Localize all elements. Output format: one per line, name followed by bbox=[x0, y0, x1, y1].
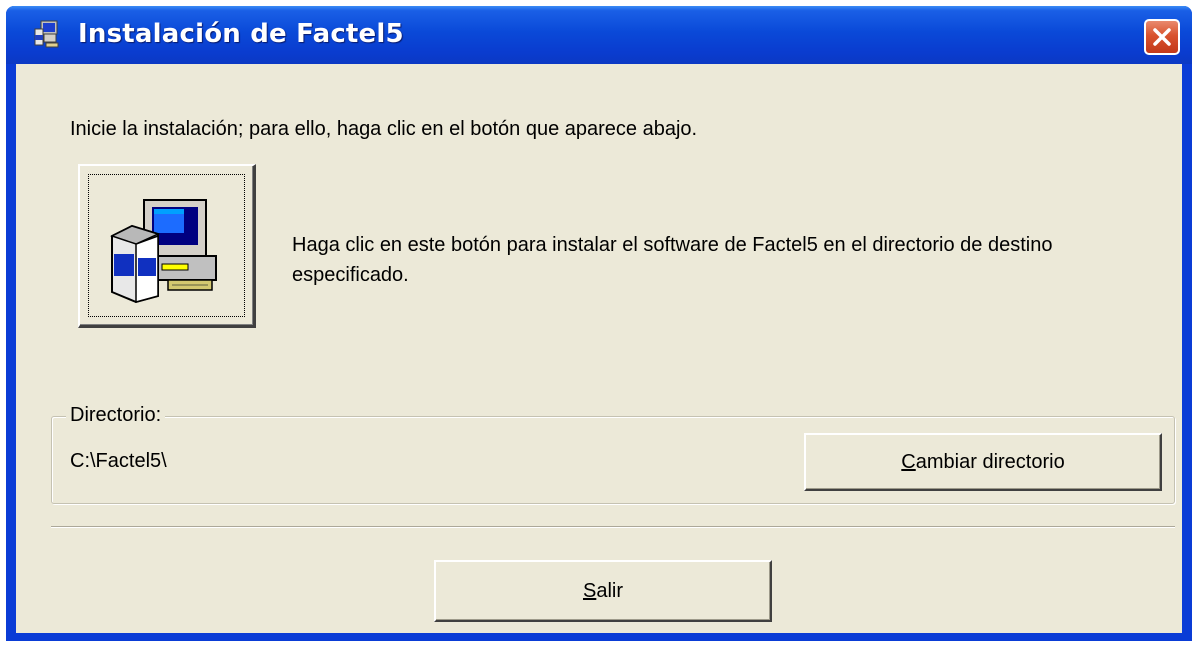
setup-button[interactable] bbox=[78, 164, 256, 328]
change-directory-label: ambiar directorio bbox=[915, 450, 1065, 473]
close-button[interactable] bbox=[1144, 19, 1180, 55]
installer-window: Instalación de Factel5 Inicie la instala… bbox=[6, 6, 1192, 641]
exit-button[interactable]: Salir bbox=[434, 560, 772, 622]
separator-line bbox=[51, 526, 1175, 528]
change-directory-mnemonic: C bbox=[901, 450, 916, 473]
change-directory-button[interactable]: Cambiar directorio bbox=[804, 433, 1162, 491]
exit-label: alir bbox=[596, 579, 623, 602]
setup-computer-icon bbox=[110, 199, 217, 304]
close-x-icon bbox=[1153, 28, 1171, 46]
setup-computer-icon bbox=[34, 20, 59, 48]
dialog-client-area: Inicie la instalación; para ello, haga c… bbox=[16, 64, 1182, 633]
setup-description: Haga clic en este botón para instalar el… bbox=[292, 234, 1053, 286]
instruction-text: Inicie la instalación; para ello, haga c… bbox=[70, 118, 698, 140]
window-title: Instalación de Factel5 bbox=[78, 19, 404, 49]
exit-mnemonic: S bbox=[582, 579, 597, 602]
directory-group-label: Directorio: bbox=[66, 404, 166, 427]
directory-path: C:\Factel5\ bbox=[70, 450, 167, 472]
title-bar[interactable]: Instalación de Factel5 bbox=[6, 6, 1192, 64]
